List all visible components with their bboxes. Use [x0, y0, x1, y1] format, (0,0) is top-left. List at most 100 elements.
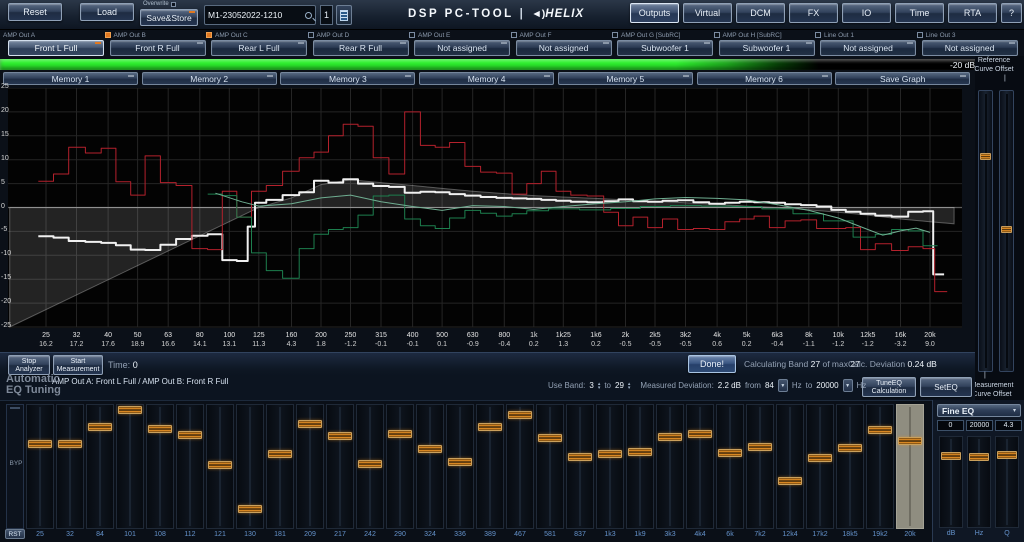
- eq-band-837[interactable]: [566, 404, 594, 529]
- eq-band-handle-84[interactable]: [88, 423, 112, 431]
- reset-button[interactable]: Reset: [8, 3, 62, 21]
- eq-band-84[interactable]: [86, 404, 114, 529]
- eq-band-handle-12k4[interactable]: [778, 477, 802, 485]
- eq-band-handle-837[interactable]: [568, 453, 592, 461]
- channel-button-5[interactable]: Not assigned: [516, 40, 612, 56]
- fine-eq-header[interactable]: Fine EQ ▾: [937, 404, 1021, 417]
- channel-checkbox-2[interactable]: [206, 32, 212, 38]
- eq-band-handle-108[interactable]: [148, 425, 172, 433]
- eq-band-6k[interactable]: [716, 404, 744, 529]
- channel-menu-icon[interactable]: [704, 42, 710, 44]
- eq-band-336[interactable]: [446, 404, 474, 529]
- nav-button-rta[interactable]: RTA: [948, 3, 997, 23]
- fine-eq-slider-q[interactable]: [995, 436, 1019, 528]
- eq-band-4k4[interactable]: [686, 404, 714, 529]
- channel-menu-icon[interactable]: [501, 42, 507, 44]
- channel-button-1[interactable]: Front R Full: [110, 40, 206, 56]
- band-from-spinner[interactable]: ▴▾: [598, 382, 601, 390]
- channel-menu-icon[interactable]: [1009, 42, 1015, 44]
- eq-band-389[interactable]: [476, 404, 504, 529]
- fine-eq-value-q[interactable]: 4.3: [995, 420, 1022, 431]
- nav-button-[interactable]: ?: [1001, 3, 1022, 23]
- done-button[interactable]: Done!: [688, 355, 736, 373]
- eq-band-112[interactable]: [176, 404, 204, 529]
- eq-band-handle-20k[interactable]: [898, 437, 922, 445]
- setup-number-field[interactable]: 1: [320, 5, 333, 25]
- eq-band-handle-324[interactable]: [418, 445, 442, 453]
- channel-button-3[interactable]: Rear R Full: [313, 40, 409, 56]
- fine-eq-value-hz[interactable]: 20000: [966, 420, 993, 431]
- eq-band-324[interactable]: [416, 404, 444, 529]
- eq-band-handle-581[interactable]: [538, 434, 562, 442]
- eq-band-3k3[interactable]: [656, 404, 684, 529]
- eq-band-handle-7k2[interactable]: [748, 443, 772, 451]
- eq-band-handle-4k4[interactable]: [688, 430, 712, 438]
- channel-button-7[interactable]: Subwoofer 1: [719, 40, 815, 56]
- eq-band-handle-32[interactable]: [58, 440, 82, 448]
- eq-band-17k2[interactable]: [806, 404, 834, 529]
- start-measurement-button[interactable]: Start Measurement: [53, 355, 103, 375]
- stop-analyzer-button[interactable]: Stop Analyzer: [8, 355, 50, 375]
- measurement-curve-offset-slider[interactable]: [978, 90, 993, 372]
- eq-band-217[interactable]: [326, 404, 354, 529]
- eq-band-130[interactable]: [236, 404, 264, 529]
- memory-menu-icon[interactable]: [683, 75, 689, 77]
- eq-band-handle-242[interactable]: [358, 460, 382, 468]
- eq-band-handle-389[interactable]: [478, 423, 502, 431]
- nav-button-dcm[interactable]: DCM: [736, 3, 785, 23]
- overwrite-checkbox[interactable]: [171, 2, 176, 7]
- channel-checkbox-8[interactable]: [815, 32, 821, 38]
- memory-button-5[interactable]: Memory 5: [558, 72, 693, 85]
- fine-eq-handle-db[interactable]: [941, 452, 961, 460]
- freq-to-dropdown[interactable]: ▼: [843, 379, 853, 392]
- memory-button-1[interactable]: Memory 1: [3, 72, 138, 85]
- measurement-offset-handle[interactable]: [980, 153, 991, 160]
- eq-band-18k5[interactable]: [836, 404, 864, 529]
- eq-band-209[interactable]: [296, 404, 324, 529]
- eq-band-handle-130[interactable]: [238, 505, 262, 513]
- freq-from-value[interactable]: 84: [765, 381, 774, 390]
- eq-band-handle-6k[interactable]: [718, 449, 742, 457]
- band-from-value[interactable]: 3: [589, 381, 593, 390]
- eq-band-7k2[interactable]: [746, 404, 774, 529]
- channel-checkbox-5[interactable]: [511, 32, 517, 38]
- channel-checkbox-6[interactable]: [612, 32, 618, 38]
- memory-menu-icon[interactable]: [405, 75, 411, 77]
- memory-menu-icon[interactable]: [960, 75, 966, 77]
- memory-button-6[interactable]: Memory 6: [697, 72, 832, 85]
- eq-band-handle-1k9[interactable]: [628, 448, 652, 456]
- eq-band-290[interactable]: [386, 404, 414, 529]
- eq-band-handle-18k5[interactable]: [838, 444, 862, 452]
- channel-button-4[interactable]: Not assigned: [414, 40, 510, 56]
- eq-band-32[interactable]: [56, 404, 84, 529]
- band-to-spinner[interactable]: ▴▾: [628, 382, 631, 390]
- channel-menu-icon[interactable]: [298, 42, 304, 44]
- memory-menu-icon[interactable]: [267, 75, 273, 77]
- channel-checkbox-3[interactable]: [308, 32, 314, 38]
- edit-note-button[interactable]: [336, 5, 352, 25]
- eq-band-101[interactable]: [116, 404, 144, 529]
- fine-eq-value-db[interactable]: 0: [937, 420, 964, 431]
- memory-button-2[interactable]: Memory 2: [142, 72, 277, 85]
- channel-button-6[interactable]: Subwoofer 1: [617, 40, 713, 56]
- eq-band-handle-17k2[interactable]: [808, 454, 832, 462]
- eq-band-handle-101[interactable]: [118, 406, 142, 414]
- memory-menu-icon[interactable]: [544, 75, 550, 77]
- memory-button-4[interactable]: Memory 4: [419, 72, 554, 85]
- eq-band-242[interactable]: [356, 404, 384, 529]
- fine-eq-slider-hz[interactable]: [967, 436, 991, 528]
- channel-menu-icon[interactable]: [400, 42, 406, 44]
- channel-button-8[interactable]: Not assigned: [820, 40, 916, 56]
- freq-from-dropdown[interactable]: ▼: [778, 379, 788, 392]
- eq-band-1k3[interactable]: [596, 404, 624, 529]
- channel-checkbox-4[interactable]: [409, 32, 415, 38]
- eq-band-121[interactable]: [206, 404, 234, 529]
- eq-band-handle-181[interactable]: [268, 450, 292, 458]
- save-store-menu-icon[interactable]: [189, 11, 195, 13]
- nav-button-time[interactable]: Time: [895, 3, 944, 23]
- eq-band-581[interactable]: [536, 404, 564, 529]
- nav-button-io[interactable]: IO: [842, 3, 891, 23]
- overwrite-option[interactable]: Overwrite: [143, 1, 176, 7]
- eq-band-handle-336[interactable]: [448, 458, 472, 466]
- eq-band-handle-121[interactable]: [208, 461, 232, 469]
